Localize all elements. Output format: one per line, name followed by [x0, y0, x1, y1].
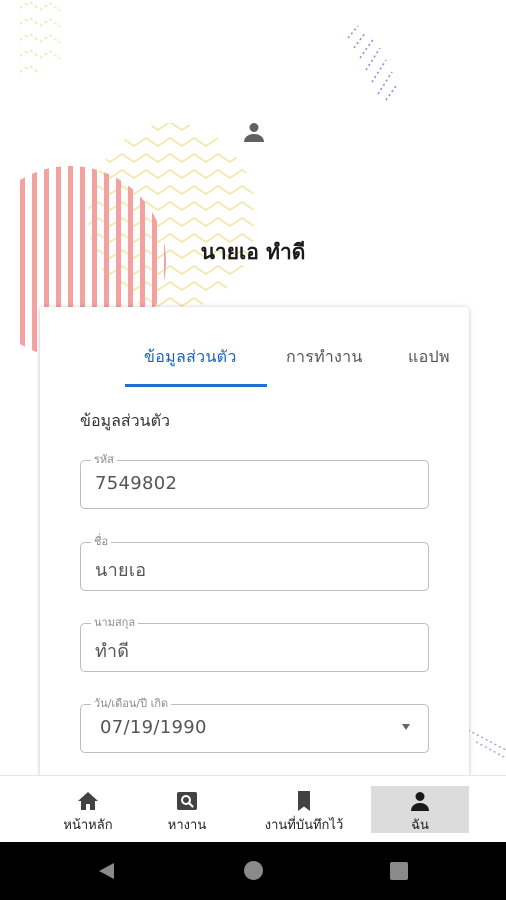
id-field[interactable]: รหัส 7549802: [80, 452, 429, 509]
bookmark-icon: [298, 791, 310, 811]
birthdate-select[interactable]: วัน/เดือน/ปี เกิด 07/19/1990: [80, 696, 429, 753]
nav-label-jobs: หางาน: [167, 818, 207, 833]
nav-item-saved-jobs[interactable]: งานที่บันทึกไว้: [252, 786, 356, 833]
system-navigation-bar: [0, 842, 506, 900]
nav-label-home: หน้าหลัก: [63, 818, 113, 833]
decorative-dashes-blue-bottom: [467, 729, 506, 759]
decorative-zigzag-yellow-top: [19, 1, 61, 75]
tab-work[interactable]: การทำงาน: [286, 345, 363, 370]
profile-card: ข้อมูลส่วนตัว การทำงาน แอปพ ข้อมูลส่วนตั…: [40, 307, 469, 777]
back-icon[interactable]: [96, 861, 116, 881]
search-icon: [177, 792, 197, 810]
nav-item-jobs[interactable]: หางาน: [154, 786, 220, 833]
bottom-navigation: หน้าหลัก หางาน งานที่บันทึกไว้ ฉัน: [0, 775, 506, 842]
chevron-down-icon: [402, 724, 410, 730]
home-circle-icon[interactable]: [243, 860, 264, 881]
nav-item-home[interactable]: หน้าหลัก: [52, 786, 124, 833]
profile-person-icon: [244, 123, 264, 142]
tab-personal-info[interactable]: ข้อมูลส่วนตัว: [144, 345, 237, 370]
birthdate-select-label: วัน/เดือน/ปี เกิด: [91, 696, 172, 712]
nav-label-me: ฉัน: [411, 818, 429, 833]
last-name-field-value: ทำดี: [95, 641, 130, 662]
profile-tabs: ข้อมูลส่วนตัว การทำงาน แอปพ: [40, 331, 469, 387]
first-name-field[interactable]: ชื่อ นายเอ: [80, 534, 429, 591]
first-name-field-value: นายเอ: [95, 560, 147, 581]
decorative-dashes-blue-top: [347, 25, 397, 101]
section-title: ข้อมูลส่วนตัว: [80, 411, 170, 430]
person-icon: [411, 792, 429, 811]
first-name-field-label: ชื่อ: [91, 534, 112, 550]
nav-label-saved-jobs: งานที่บันทึกไว้: [264, 818, 344, 833]
nav-item-me[interactable]: ฉัน: [371, 786, 469, 833]
home-icon: [78, 792, 98, 810]
birthdate-select-value: 07/19/1990: [100, 717, 207, 738]
tab-apps[interactable]: แอปพ: [408, 345, 450, 370]
last-name-field-label: นามสกุล: [91, 615, 139, 631]
id-field-label: รหัส: [91, 452, 117, 468]
id-field-value: 7549802: [95, 473, 178, 494]
recents-icon[interactable]: [390, 862, 408, 880]
profile-name: นายเอ ทำดี: [200, 240, 306, 264]
tab-active-indicator: [125, 384, 267, 387]
last-name-field[interactable]: นามสกุล ทำดี: [80, 615, 429, 672]
